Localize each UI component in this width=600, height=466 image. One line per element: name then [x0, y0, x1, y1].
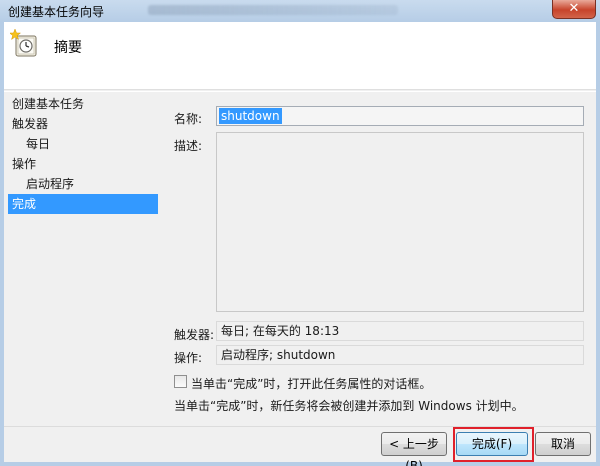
window-title: 创建基本任务向导 — [8, 5, 105, 19]
trigger-label: 触发器: — [174, 328, 215, 342]
header-divider — [4, 91, 596, 92]
nav-step-create-basic-task[interactable]: 创建基本任务 — [8, 94, 158, 114]
description-label: 描述: — [174, 139, 203, 153]
wizard-steps-nav: 创建基本任务 触发器 每日 操作 启动程序 完成 — [8, 94, 158, 214]
page-title: 摘要 — [54, 40, 82, 56]
name-field-value: shutdown — [219, 108, 282, 124]
close-button[interactable]: ✕ — [552, 0, 596, 19]
nav-step-trigger[interactable]: 触发器 — [8, 114, 158, 134]
finish-button-highlight — [453, 427, 534, 462]
trigger-summary: 每日; 在每天的 18:13 — [216, 321, 584, 341]
back-button[interactable]: < 上一步(B) — [381, 432, 447, 466]
nav-step-finish[interactable]: 完成 — [8, 194, 158, 214]
open-properties-checkbox[interactable] — [174, 375, 187, 388]
open-properties-checkbox-label[interactable]: 当单击“完成”时，打开此任务属性的对话框。 — [191, 375, 431, 392]
cancel-button[interactable]: 取消 — [535, 432, 591, 456]
description-field[interactable] — [216, 132, 584, 312]
wizard-header: 摘要 — [4, 22, 596, 90]
nav-step-action[interactable]: 操作 — [8, 154, 158, 174]
name-field[interactable]: shutdown — [216, 106, 584, 126]
wizard-window: 摘要 创建基本任务 触发器 每日 操作 启动程序 完成 名称: shutdown… — [0, 22, 600, 466]
blurred-title-region — [148, 5, 398, 15]
title-bar: 创建基本任务向导 ✕ — [0, 0, 600, 22]
finish-info-text: 当单击“完成”时，新任务将会被创建并添加到 Windows 计划中。 — [174, 399, 524, 413]
nav-step-daily[interactable]: 每日 — [8, 134, 158, 154]
action-summary: 启动程序; shutdown — [216, 345, 584, 365]
action-label: 操作: — [174, 351, 203, 365]
close-icon: ✕ — [568, 1, 580, 16]
name-label: 名称: — [174, 112, 203, 126]
task-clock-icon — [10, 28, 37, 57]
nav-step-start-program[interactable]: 启动程序 — [8, 174, 158, 194]
